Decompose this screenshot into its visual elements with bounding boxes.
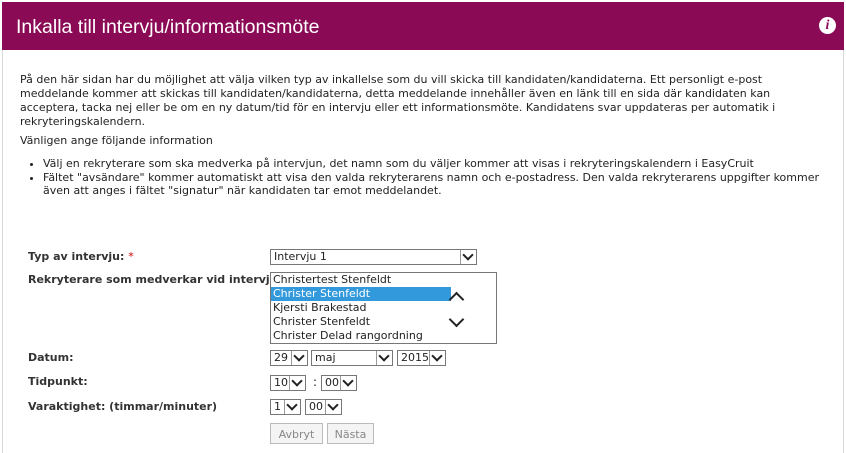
time-hour-select[interactable]: 10 [270, 375, 306, 391]
chevron-up-icon[interactable] [448, 291, 465, 308]
chevron-down-icon [340, 376, 356, 390]
recruiters-label: Rekryterare som medverkar vid intervju: [28, 273, 282, 286]
duration-label: Varaktighet: (timmar/minuter) [28, 400, 218, 413]
intro-text: På den här sidan har du möjlighet att vä… [20, 73, 776, 128]
list-item[interactable]: Christer Delad rangordning [271, 329, 451, 343]
date-year-value: 2015 [401, 351, 429, 364]
list-item[interactable]: Christer Stenfeldt [271, 287, 451, 301]
list-item[interactable]: Christertest Stenfeldt [271, 273, 451, 287]
duration-minutes-select[interactable]: 00 [305, 399, 342, 415]
required-mark: * [128, 250, 134, 263]
date-label: Datum: [28, 351, 74, 364]
interview-type-select[interactable]: Intervju 1 [270, 249, 477, 265]
page-title: Inkalla till intervju/informationsmöte [16, 16, 320, 38]
chevron-down-icon [289, 376, 305, 390]
chevron-down-icon [291, 351, 307, 365]
chevron-down-icon [429, 351, 445, 365]
time-label: Tidpunkt: [28, 375, 88, 388]
chevron-down-icon [376, 351, 392, 365]
page-frame [2, 2, 844, 453]
duration-hours-select[interactable]: 1 [270, 399, 301, 415]
date-day-select[interactable]: 29 [270, 350, 308, 366]
duration-hours-value: 1 [274, 400, 281, 413]
date-month-select[interactable]: maj [311, 350, 393, 366]
interview-type-value: Intervju 1 [274, 250, 327, 263]
info-icon[interactable]: i [819, 17, 836, 34]
time-hour-value: 10 [274, 376, 288, 389]
recruiters-listbox[interactable]: Christertest Stenfeldt Christer Stenfeld… [270, 272, 497, 344]
date-month-value: maj [315, 351, 336, 364]
instruction-list: Välj en rekryterare som ska medverka på … [20, 157, 843, 198]
interview-type-label: Typ av intervju: * [28, 250, 134, 263]
cancel-button[interactable]: Avbryt [270, 423, 323, 444]
time-minute-value: 00 [325, 376, 339, 389]
subheading: Vänligen ange följande information [20, 134, 213, 147]
date-day-value: 29 [274, 351, 288, 364]
chevron-down-icon[interactable] [448, 311, 465, 328]
next-button[interactable]: Nästa [327, 423, 374, 444]
chevron-down-icon [284, 400, 300, 414]
time-separator: : [313, 375, 318, 389]
interview-type-label-text: Typ av intervju: [28, 250, 125, 263]
page-header: Inkalla till intervju/informationsmöte i [2, 2, 844, 50]
time-minute-select[interactable]: 00 [321, 375, 357, 391]
date-year-select[interactable]: 2015 [397, 350, 446, 366]
chevron-down-icon [325, 400, 341, 414]
list-item[interactable]: Christer Stenfeldt [271, 315, 451, 329]
list-item: Välj en rekryterare som ska medverka på … [43, 157, 843, 171]
chevron-down-icon [460, 250, 476, 264]
duration-minutes-value: 00 [309, 400, 323, 413]
list-item[interactable]: Kjersti Brakestad [271, 301, 451, 315]
list-item: Fältet "avsändare" kommer automatiskt at… [43, 171, 843, 198]
